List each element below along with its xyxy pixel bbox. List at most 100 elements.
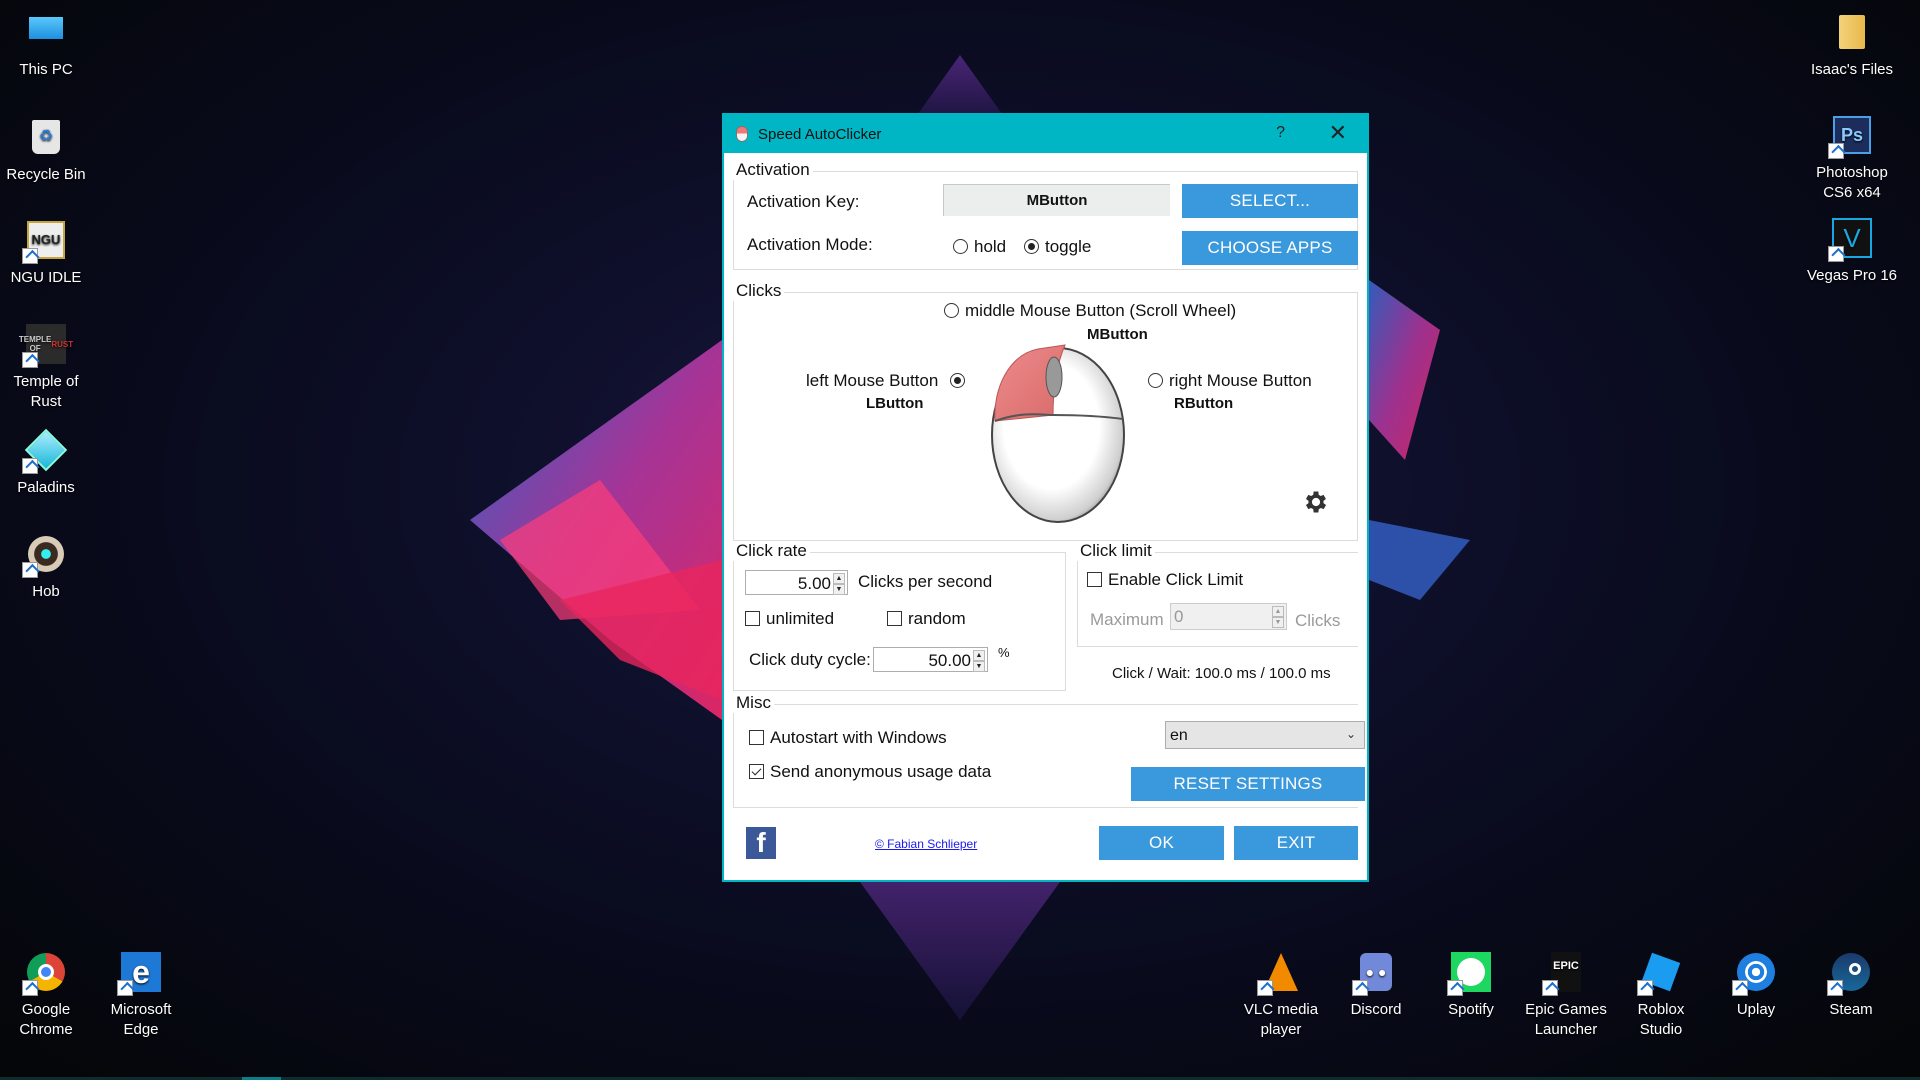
activation-mode-label: Activation Mode: <box>747 235 873 254</box>
spin-down-icon[interactable]: ▼ <box>973 661 985 672</box>
unlimited-label[interactable]: unlimited <box>766 609 834 629</box>
close-button[interactable]: ✕ <box>1329 121 1347 145</box>
desktop-icon-hob[interactable]: Hob <box>0 532 92 602</box>
desktop-icon-label: Google Chrome <box>19 1001 73 1038</box>
desktop-icon-paladins[interactable]: Paladins <box>0 428 92 498</box>
shortcut-arrow-icon <box>22 248 38 264</box>
desktop-icon-discord[interactable]: ● ● Discord <box>1330 950 1422 1020</box>
help-button[interactable]: ? <box>1276 124 1285 142</box>
desktop-icon-roblox-studio[interactable]: Roblox Studio <box>1615 950 1707 1040</box>
enable-click-limit-label[interactable]: Enable Click Limit <box>1108 570 1243 590</box>
mode-toggle-label[interactable]: toggle <box>1045 237 1091 257</box>
paladins-icon <box>22 428 68 474</box>
enable-click-limit-checkbox[interactable] <box>1087 572 1102 587</box>
shortcut-arrow-icon <box>22 980 38 996</box>
desktop-icon-ngu-idle[interactable]: NGU NGU IDLE <box>0 218 92 288</box>
maximum-clicks-spinner: 0 ▲ ▼ <box>1170 603 1287 630</box>
click-limit-group: Click limit <box>1077 541 1358 647</box>
mode-toggle-radio[interactable] <box>1024 239 1039 254</box>
desktop-icon-recycle-bin[interactable]: ♻ Recycle Bin <box>0 115 92 185</box>
click-rate-value[interactable]: 5.00 <box>798 574 831 594</box>
desktop-icon-uplay[interactable]: Uplay <box>1710 950 1802 1020</box>
spin-up-icon: ▲ <box>1272 606 1284 617</box>
click-wait-timing: Click / Wait: 100.0 ms / 100.0 ms <box>1112 665 1331 682</box>
spin-up-icon[interactable]: ▲ <box>973 650 985 661</box>
chrome-icon <box>22 950 68 996</box>
roblox-studio-icon <box>1637 950 1683 996</box>
spin-down-icon: ▼ <box>1272 617 1284 628</box>
maximum-clicks-value: 0 <box>1174 607 1184 626</box>
left-button-key: LButton <box>866 395 924 412</box>
desktop-icon-spotify[interactable]: Spotify <box>1425 950 1517 1020</box>
mode-hold-radio[interactable] <box>953 239 968 254</box>
autostart-label[interactable]: Autostart with Windows <box>770 728 947 748</box>
right-button-radio[interactable] <box>1148 373 1163 388</box>
mode-hold-label[interactable]: hold <box>974 237 1006 257</box>
shortcut-arrow-icon <box>1352 980 1368 996</box>
desktop-icon-photoshop[interactable]: Ps Photoshop CS6 x64 <box>1806 113 1898 203</box>
shortcut-arrow-icon <box>22 562 38 578</box>
duty-cycle-value[interactable]: 50.00 <box>928 651 971 671</box>
chevron-down-icon: ⌄ <box>1345 727 1356 741</box>
shortcut-arrow-icon <box>22 352 38 368</box>
middle-button-label[interactable]: middle Mouse Button (Scroll Wheel) <box>965 301 1236 321</box>
desktop-icon-steam[interactable]: Steam <box>1805 950 1897 1020</box>
desktop-icon-temple-of-rust[interactable]: TEMPLE OF RUST Temple of Rust <box>0 322 92 412</box>
exit-button[interactable]: EXIT <box>1234 826 1358 860</box>
left-button-label[interactable]: left Mouse Button <box>806 371 938 391</box>
uplay-icon <box>1732 950 1778 996</box>
activation-key-label: Activation Key: <box>747 192 860 211</box>
desktop-icon-vlc[interactable]: VLC media player <box>1235 950 1327 1040</box>
edge-icon: e <box>117 950 163 996</box>
title-bar[interactable]: Speed AutoClicker ? ✕ <box>724 115 1367 153</box>
maximum-label: Maximum <box>1090 610 1164 629</box>
reset-settings-button[interactable]: RESET SETTINGS <box>1131 767 1365 801</box>
temple-of-rust-icon: TEMPLE OF RUST <box>19 322 73 368</box>
desktop-icon-label: Discord <box>1350 1001 1402 1018</box>
spin-down-icon[interactable]: ▼ <box>833 584 845 595</box>
vlc-icon <box>1257 950 1303 996</box>
random-checkbox[interactable] <box>887 611 902 626</box>
usage-data-label[interactable]: Send anonymous usage data <box>770 762 991 782</box>
desktop-icon-label: Microsoft Edge <box>110 1001 172 1038</box>
desktop-icon-this-pc[interactable]: This PC <box>0 10 92 80</box>
facebook-icon[interactable]: f <box>746 827 776 859</box>
settings-gear-icon[interactable] <box>1302 488 1330 516</box>
desktop-icon-label: Paladins <box>17 479 75 496</box>
desktop-icon-label: Epic Games Launcher <box>1525 1001 1607 1038</box>
shortcut-arrow-icon <box>1637 980 1653 996</box>
choose-apps-button[interactable]: CHOOSE APPS <box>1182 231 1358 265</box>
copyright-link[interactable]: © Fabian Schlieper <box>875 837 977 851</box>
shortcut-arrow-icon <box>117 980 133 996</box>
click-rate-spinner[interactable]: 5.00 ▲ ▼ <box>745 570 848 595</box>
spin-up-icon[interactable]: ▲ <box>833 573 845 584</box>
autostart-checkbox[interactable] <box>749 730 764 745</box>
desktop-icon-label: Spotify <box>1448 1001 1494 1018</box>
ok-button[interactable]: OK <box>1099 826 1224 860</box>
language-value: en <box>1170 727 1188 744</box>
unlimited-checkbox[interactable] <box>745 611 760 626</box>
shortcut-arrow-icon <box>1732 980 1748 996</box>
desktop-icon-label: NGU IDLE <box>10 269 82 286</box>
middle-button-radio[interactable] <box>944 303 959 318</box>
select-key-button[interactable]: SELECT... <box>1182 184 1358 218</box>
shortcut-arrow-icon <box>1828 246 1844 262</box>
desktop-icon-edge[interactable]: e Microsoft Edge <box>95 950 187 1040</box>
ngu-idle-icon: NGU <box>22 218 68 264</box>
mouse-app-icon <box>736 126 748 142</box>
desktop-icon-isaacs-files[interactable]: Isaac's Files <box>1806 10 1898 80</box>
random-label[interactable]: random <box>908 609 966 629</box>
shortcut-arrow-icon <box>22 458 38 474</box>
right-button-key: RButton <box>1174 395 1234 412</box>
left-button-radio[interactable] <box>950 373 965 388</box>
duty-cycle-spinner[interactable]: 50.00 ▲ ▼ <box>873 647 988 672</box>
usage-data-checkbox[interactable] <box>749 764 764 779</box>
desktop-icon-chrome[interactable]: Google Chrome <box>0 950 92 1040</box>
clicks-group-title: Clicks <box>733 281 785 301</box>
language-select[interactable]: en ⌄ <box>1165 721 1365 749</box>
right-button-label[interactable]: right Mouse Button <box>1169 371 1312 391</box>
desktop-icon-epic-games[interactable]: EPIC Epic Games Launcher <box>1520 950 1612 1040</box>
misc-group-title: Misc <box>733 693 774 713</box>
activation-key-display: MButton <box>943 184 1170 216</box>
desktop-icon-vegas[interactable]: V Vegas Pro 16 <box>1806 216 1898 286</box>
